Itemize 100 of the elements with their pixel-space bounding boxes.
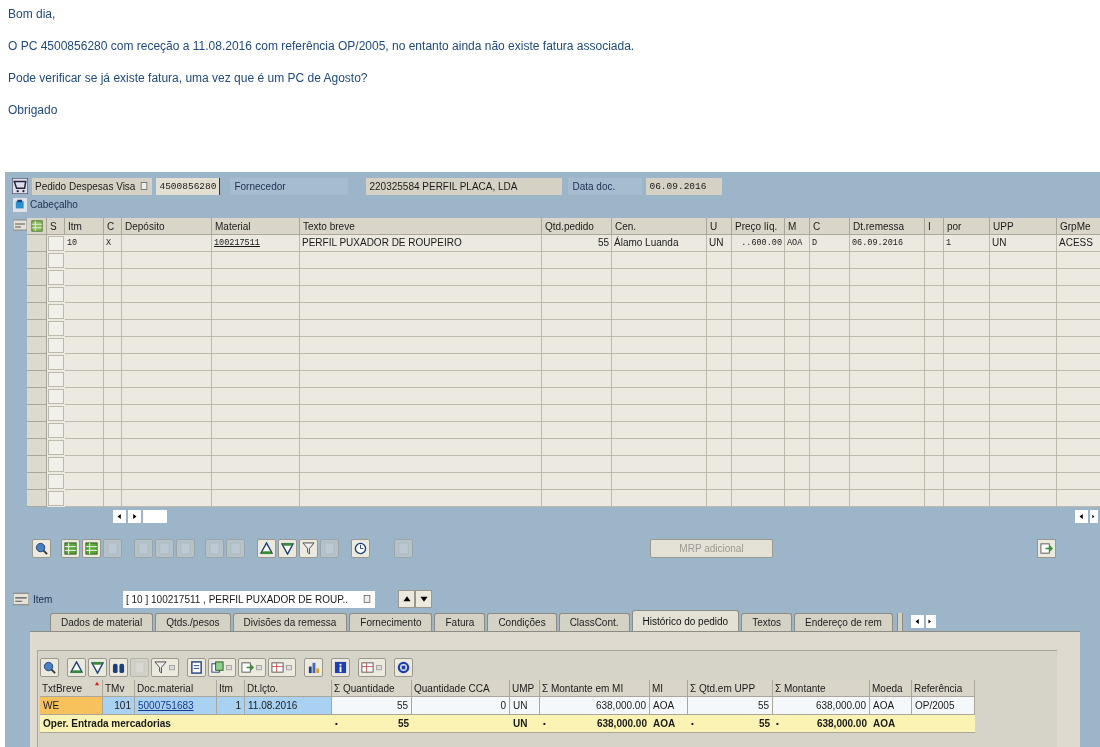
toolbar-button[interactable] <box>32 538 51 558</box>
row-selector[interactable] <box>27 337 47 354</box>
status-cell[interactable] <box>48 355 64 370</box>
status-cell[interactable] <box>48 338 64 353</box>
tabs-left-button[interactable] <box>910 615 924 628</box>
empty-cell <box>944 490 990 507</box>
scroll-left-button[interactable] <box>1075 509 1088 523</box>
status-cell[interactable] <box>48 389 64 404</box>
toolbar-button[interactable] <box>257 538 276 558</box>
status-cell[interactable] <box>48 287 64 302</box>
tab[interactable]: Endereço de rem <box>794 613 893 631</box>
tab[interactable]: Histórico do pedido <box>631 610 740 631</box>
column-header[interactable]: S <box>47 218 65 235</box>
table-cell: AOA <box>870 697 912 715</box>
row-selector[interactable] <box>27 456 47 473</box>
supplier-field[interactable]: 220325584 PERFIL PLACA, LDA <box>366 177 563 195</box>
column-header[interactable]: UPP <box>990 218 1057 235</box>
tab[interactable]: ClassCont. <box>558 613 630 631</box>
toolbar-button[interactable] <box>187 657 206 677</box>
status-cell[interactable] <box>48 236 64 251</box>
expand-button[interactable] <box>13 197 27 212</box>
material-document-link[interactable]: 5000751683 <box>135 697 217 715</box>
scroll-left-button[interactable] <box>113 509 126 523</box>
status-cell[interactable] <box>48 304 64 319</box>
column-header[interactable]: Material <box>212 218 300 235</box>
column-header[interactable]: por <box>944 218 990 235</box>
toolbar-button[interactable] <box>304 657 323 677</box>
empty-cell <box>944 303 990 320</box>
tab[interactable]: Textos <box>741 613 793 631</box>
row-selector[interactable] <box>27 303 47 320</box>
next-item-button[interactable] <box>415 590 432 608</box>
row-selector[interactable] <box>27 388 47 405</box>
toolbar-button[interactable] <box>40 657 59 677</box>
column-header[interactable]: Dt.remessa <box>850 218 925 235</box>
toolbar-button[interactable] <box>88 657 107 677</box>
row-selector[interactable] <box>27 405 47 422</box>
status-cell[interactable] <box>48 457 64 472</box>
column-header[interactable]: M <box>785 218 810 235</box>
toolbar-button[interactable] <box>208 657 236 677</box>
tabs-right-button[interactable] <box>925 615 936 628</box>
toolbar-button[interactable] <box>238 657 266 677</box>
toolbar-button[interactable] <box>109 657 128 677</box>
row-selector[interactable] <box>27 269 47 286</box>
tab[interactable]: Fornecimento <box>349 613 433 631</box>
export-button[interactable] <box>1037 538 1056 558</box>
column-header[interactable]: Preço líq. <box>732 218 785 235</box>
status-cell[interactable] <box>48 372 64 387</box>
column-header[interactable]: GrpMe <box>1057 218 1100 235</box>
column-header[interactable]: C <box>810 218 850 235</box>
material-link[interactable]: 100217511 <box>212 235 300 252</box>
tab[interactable]: Divisões da remessa <box>232 613 348 631</box>
tab[interactable] <box>896 613 903 631</box>
column-header[interactable]: Texto breve <box>300 218 542 235</box>
status-cell[interactable] <box>48 423 64 438</box>
status-cell[interactable] <box>48 270 64 285</box>
tab[interactable]: Dados de material <box>50 613 154 631</box>
status-cell[interactable] <box>48 406 64 421</box>
status-cell[interactable] <box>48 474 64 489</box>
row-selector[interactable] <box>27 439 47 456</box>
scroll-right-button[interactable] <box>128 509 141 523</box>
column-header[interactable]: Qtd.pedido <box>542 218 612 235</box>
row-selector[interactable] <box>27 490 47 507</box>
status-cell[interactable] <box>48 491 64 506</box>
row-selector[interactable] <box>27 252 47 269</box>
row-selector[interactable] <box>27 286 47 303</box>
column-header[interactable]: Itm <box>65 218 104 235</box>
dropdown-icon <box>375 662 383 672</box>
date-field[interactable]: 06.09.2016 <box>646 177 723 195</box>
toolbar-button[interactable] <box>331 657 350 677</box>
row-selector[interactable] <box>27 235 47 252</box>
toolbar-button[interactable] <box>67 657 86 677</box>
row-selector[interactable] <box>27 473 47 490</box>
column-header[interactable]: I <box>925 218 944 235</box>
row-selector[interactable] <box>27 422 47 439</box>
tab[interactable]: Qtds./pesos <box>155 613 231 631</box>
scrollbar-thumb[interactable] <box>143 509 167 523</box>
toolbar-button[interactable] <box>299 538 318 558</box>
document-number-field[interactable]: 4500856280 <box>156 177 221 195</box>
column-header[interactable]: C <box>104 218 122 235</box>
toolbar-button[interactable] <box>351 538 370 558</box>
row-selector[interactable] <box>27 320 47 337</box>
row-selector[interactable] <box>27 371 47 388</box>
toolbar-button[interactable] <box>278 538 297 558</box>
item-dropdown[interactable]: [ 10 ] 100217511 , PERFIL PUXADOR DE ROUP.. <box>123 590 375 608</box>
column-header[interactable]: U <box>707 218 732 235</box>
previous-item-button[interactable] <box>398 590 415 608</box>
toolbar-button[interactable] <box>394 657 413 677</box>
column-header[interactable]: Cen. <box>612 218 707 235</box>
empty-cell <box>785 286 810 303</box>
row-selector[interactable] <box>27 354 47 371</box>
status-cell[interactable] <box>48 440 64 455</box>
scroll-right-button[interactable] <box>1090 509 1098 523</box>
status-cell[interactable] <box>48 253 64 268</box>
tab[interactable]: Condições <box>487 613 557 631</box>
column-header[interactable]: Depósito <box>122 218 212 235</box>
status-cell[interactable] <box>48 321 64 336</box>
tab[interactable]: Fatura <box>434 613 486 631</box>
document-type-field[interactable]: Pedido Despesas Visa <box>32 177 153 195</box>
empty-cell <box>785 337 810 354</box>
empty-cell <box>990 303 1057 320</box>
